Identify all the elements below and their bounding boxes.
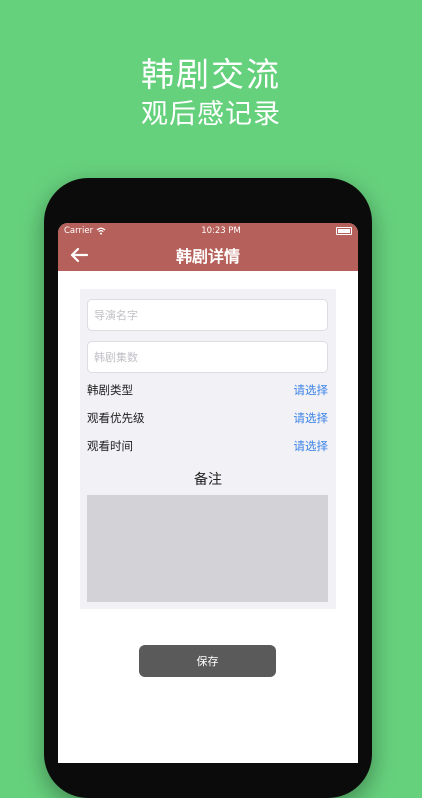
watch-priority-label: 观看优先级	[87, 411, 145, 425]
notes-textarea[interactable]	[87, 495, 328, 602]
arrow-left-icon[interactable]	[68, 244, 90, 266]
drama-type-label: 韩剧类型	[87, 383, 133, 397]
app-screen: Carrier 10:23 PM 韩剧详情 韩剧类型 请选择 观看优先级 请选择…	[58, 223, 358, 763]
watch-priority-row[interactable]: 观看优先级 请选择	[87, 409, 328, 427]
carrier-label: Carrier	[64, 226, 94, 236]
wifi-icon	[96, 227, 106, 235]
promo-subtitle: 观后感记录	[141, 99, 281, 130]
drama-type-row[interactable]: 韩剧类型 请选择	[87, 381, 328, 399]
watch-time-row[interactable]: 观看时间 请选择	[87, 437, 328, 455]
notes-label: 备注	[194, 472, 222, 488]
promo-title: 韩剧交流	[141, 55, 281, 94]
episode-count-input[interactable]	[87, 341, 328, 373]
page-title: 韩剧详情	[175, 247, 240, 266]
status-time: 10:23 PM	[201, 226, 241, 236]
watch-time-select[interactable]: 请选择	[294, 438, 329, 454]
nav-bar: 韩剧详情	[58, 239, 358, 271]
battery-icon	[336, 227, 352, 235]
drama-type-select[interactable]: 请选择	[294, 382, 329, 398]
detail-form: 韩剧类型 请选择 观看优先级 请选择 观看时间 请选择 备注	[80, 289, 336, 609]
watch-priority-select[interactable]: 请选择	[294, 410, 329, 426]
watch-time-label: 观看时间	[87, 439, 133, 453]
director-name-input[interactable]	[87, 299, 328, 331]
status-bar: Carrier 10:23 PM	[58, 223, 358, 239]
save-button[interactable]: 保存	[139, 645, 276, 677]
